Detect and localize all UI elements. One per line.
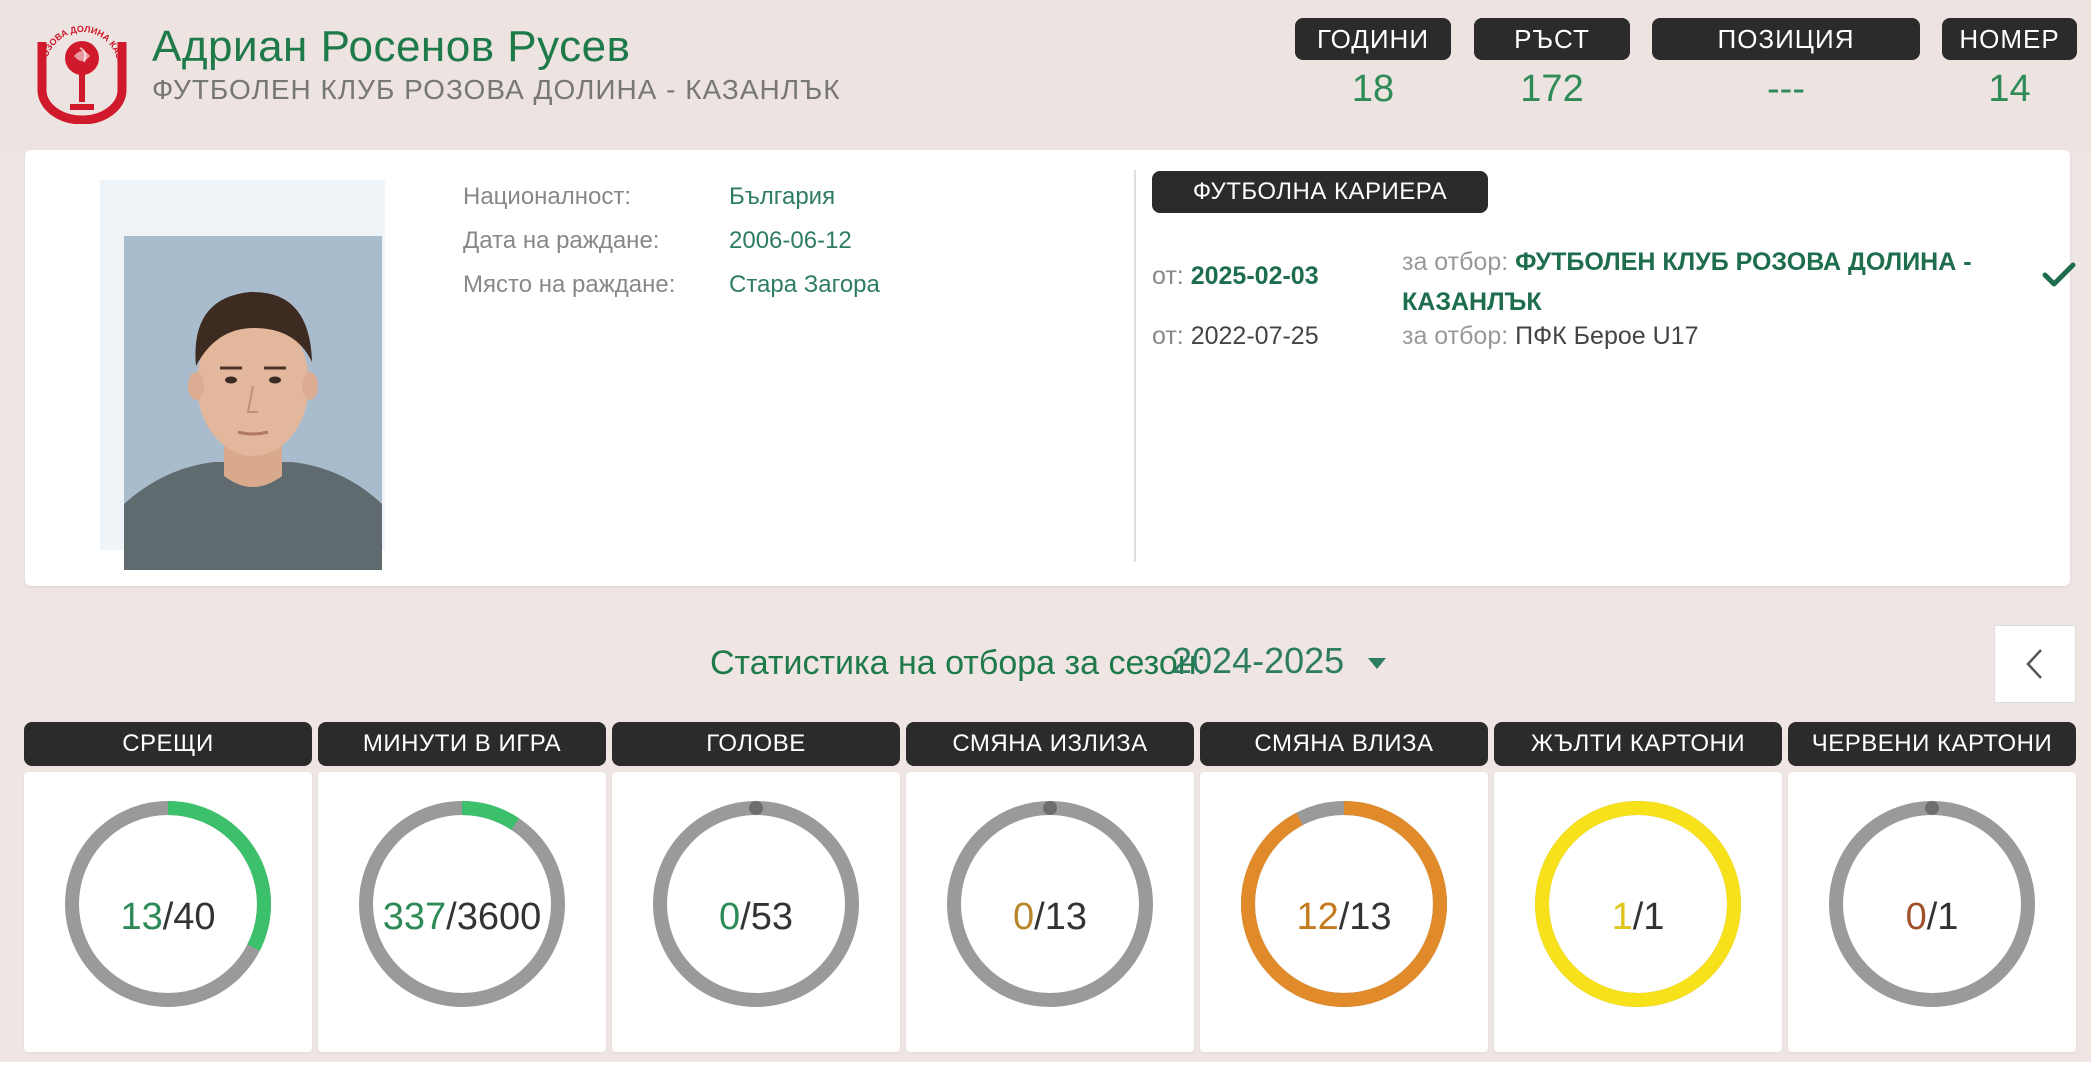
- ring-value-separator: /: [1926, 896, 1938, 938]
- header-stat-label: ПОЗИЦИЯ: [1652, 18, 1920, 60]
- stat-card: 0/13: [906, 772, 1194, 1052]
- stat-label: ЧЕРВЕНИ КАРТОНИ: [1788, 722, 2076, 766]
- career-team-label: за отбор:: [1402, 322, 1509, 350]
- chevron-left-icon: [2026, 649, 2042, 679]
- stat-label: СМЯНА ИЗЛИЗА: [906, 722, 1194, 766]
- ring-value: 13/40: [24, 896, 312, 939]
- ring-value-current: 0: [719, 896, 741, 938]
- player-club: ФУТБОЛЕН КЛУБ РОЗОВА ДОЛИНА - КАЗАНЛЪК: [152, 74, 841, 105]
- career-from-label: от:: [1152, 322, 1184, 350]
- ring-value-total: 1: [1937, 896, 1959, 938]
- ring-value: 12/13: [1200, 896, 1488, 939]
- header-stat-value: 18: [1351, 68, 1395, 110]
- detail-value: 2006-06-12: [729, 227, 852, 254]
- career-entry-current: от: 2025-02-03: [1152, 262, 1319, 291]
- detail-row-nationality: Националност: България: [463, 175, 880, 219]
- ring-value-current: 337: [382, 896, 447, 938]
- career-date: 2022-07-25: [1190, 322, 1319, 350]
- header-stat-value: ---: [1767, 68, 1805, 110]
- header-stat-age: ГОДИНИ 18: [1295, 18, 1451, 111]
- detail-value: Стара Загора: [729, 271, 880, 298]
- stat-card: 12/13: [1200, 772, 1488, 1052]
- season-stats-title: Статистика на отбора за сезон:: [710, 644, 1206, 682]
- stat-label: МИНУТИ В ИГРА: [318, 722, 606, 766]
- ring-value-total: 1: [1643, 896, 1665, 938]
- career-team-current: за отбор: ФУТБОЛЕН КЛУБ РОЗОВА ДОЛИНА - …: [1402, 242, 1972, 322]
- footer-strip: [0, 1062, 2091, 1092]
- career-team-name-cont: КАЗАНЛЪК: [1402, 288, 1542, 316]
- previous-button[interactable]: [1994, 625, 2076, 703]
- ring-value-separator: /: [162, 896, 174, 938]
- ring-value-total: 53: [750, 896, 793, 938]
- player-info-panel: Националност: България Дата на раждане: …: [25, 150, 2076, 586]
- header-stat-height: РЪСТ 172: [1474, 18, 1630, 111]
- ring-value: 1/1: [1494, 896, 1782, 939]
- ring-value: 0/1: [1788, 896, 2076, 939]
- ring-value-current: 0: [1013, 896, 1035, 938]
- ring-value-total: 13: [1044, 896, 1087, 938]
- detail-key: Място на раждане:: [463, 271, 676, 298]
- stat-card: 1/1: [1494, 772, 1782, 1052]
- ring-value-separator: /: [740, 896, 751, 938]
- header-stat-label: НОМЕР: [1942, 18, 2077, 60]
- player-photo: [124, 236, 382, 570]
- career-team-name: ФУТБОЛЕН КЛУБ РОЗОВА ДОЛИНА -: [1515, 248, 1972, 276]
- ring-value-current: 12: [1296, 896, 1339, 938]
- header-stat-value: 14: [1988, 68, 2031, 110]
- ring-value: 0/53: [612, 896, 900, 939]
- header-stat-number: НОМЕР 14: [1942, 18, 2077, 111]
- stat-card: 0/1: [1788, 772, 2076, 1052]
- ring-value-current: 13: [120, 896, 163, 938]
- career-team-label: за отбор:: [1402, 248, 1509, 276]
- header-stat-label: РЪСТ: [1474, 18, 1630, 60]
- ring-value: 0/13: [906, 896, 1194, 939]
- ring-start-marker: [1043, 801, 1057, 815]
- stat-card: 0/53: [612, 772, 900, 1052]
- ring-value-total: 40: [173, 896, 216, 938]
- detail-row-birthplace: Място на раждане: Стара Загора: [463, 263, 880, 307]
- stat-label: СРЕЩИ: [24, 722, 312, 766]
- checkmark-icon: [2042, 262, 2076, 287]
- ring-value-total: 3600: [456, 896, 542, 938]
- profile-header: РОЗОВА ДОЛИНА КАЗАНЛЪК Адриан Росенов Ру…: [0, 0, 2091, 150]
- career-from-label: от:: [1152, 262, 1184, 290]
- player-photo-frame: [100, 180, 385, 570]
- ring-value-separator: /: [446, 896, 457, 938]
- player-name: Адриан Росенов Русев: [152, 22, 631, 71]
- detail-key: Дата на раждане:: [463, 227, 660, 254]
- chevron-down-icon: [1368, 657, 1387, 669]
- header-stat-label: ГОДИНИ: [1295, 18, 1451, 60]
- season-select-value: 2024-2025: [1172, 640, 1345, 681]
- ring-value: 337/3600: [318, 896, 606, 939]
- stat-label: ГОЛОВЕ: [612, 722, 900, 766]
- ring-start-marker: [749, 801, 763, 815]
- player-profile-page: РОЗОВА ДОЛИНА КАЗАНЛЪК Адриан Росенов Ру…: [0, 0, 2091, 1092]
- detail-value: България: [729, 183, 836, 210]
- club-logo-icon: РОЗОВА ДОЛИНА КАЗАНЛЪК: [34, 12, 127, 124]
- header-stat-value: 172: [1520, 68, 1584, 110]
- player-details: Националност: България Дата на раждане: …: [463, 175, 880, 307]
- career-team-name: ПФК Берое U17: [1515, 322, 1699, 350]
- career-team-previous: за отбор: ПФК Берое U17: [1402, 322, 1698, 351]
- career-heading: ФУТБОЛНА КАРИЕРА: [1152, 171, 1488, 213]
- stat-card: 337/3600: [318, 772, 606, 1052]
- ring-start-marker: [1925, 801, 1939, 815]
- ring-value-current: 1: [1611, 896, 1633, 938]
- ring-value-separator: /: [1338, 896, 1350, 938]
- header-stat-position: ПОЗИЦИЯ ---: [1652, 18, 1920, 111]
- stat-label: СМЯНА ВЛИЗА: [1200, 722, 1488, 766]
- stat-label: ЖЪЛТИ КАРТОНИ: [1494, 722, 1782, 766]
- season-select[interactable]: 2024-2025: [1172, 640, 1387, 682]
- detail-row-birthdate: Дата на раждане: 2006-06-12: [463, 219, 880, 263]
- ring-value-current: 0: [1905, 896, 1927, 938]
- career-entry-previous: от: 2022-07-25: [1152, 322, 1319, 351]
- stat-card: 13/40: [24, 772, 312, 1052]
- panel-divider: [1134, 170, 1136, 562]
- ring-value-separator: /: [1034, 896, 1045, 938]
- career-date: 2025-02-03: [1190, 262, 1319, 290]
- ring-value-total: 13: [1349, 896, 1392, 938]
- ring-value-separator: /: [1632, 896, 1644, 938]
- detail-key: Националност:: [463, 183, 632, 210]
